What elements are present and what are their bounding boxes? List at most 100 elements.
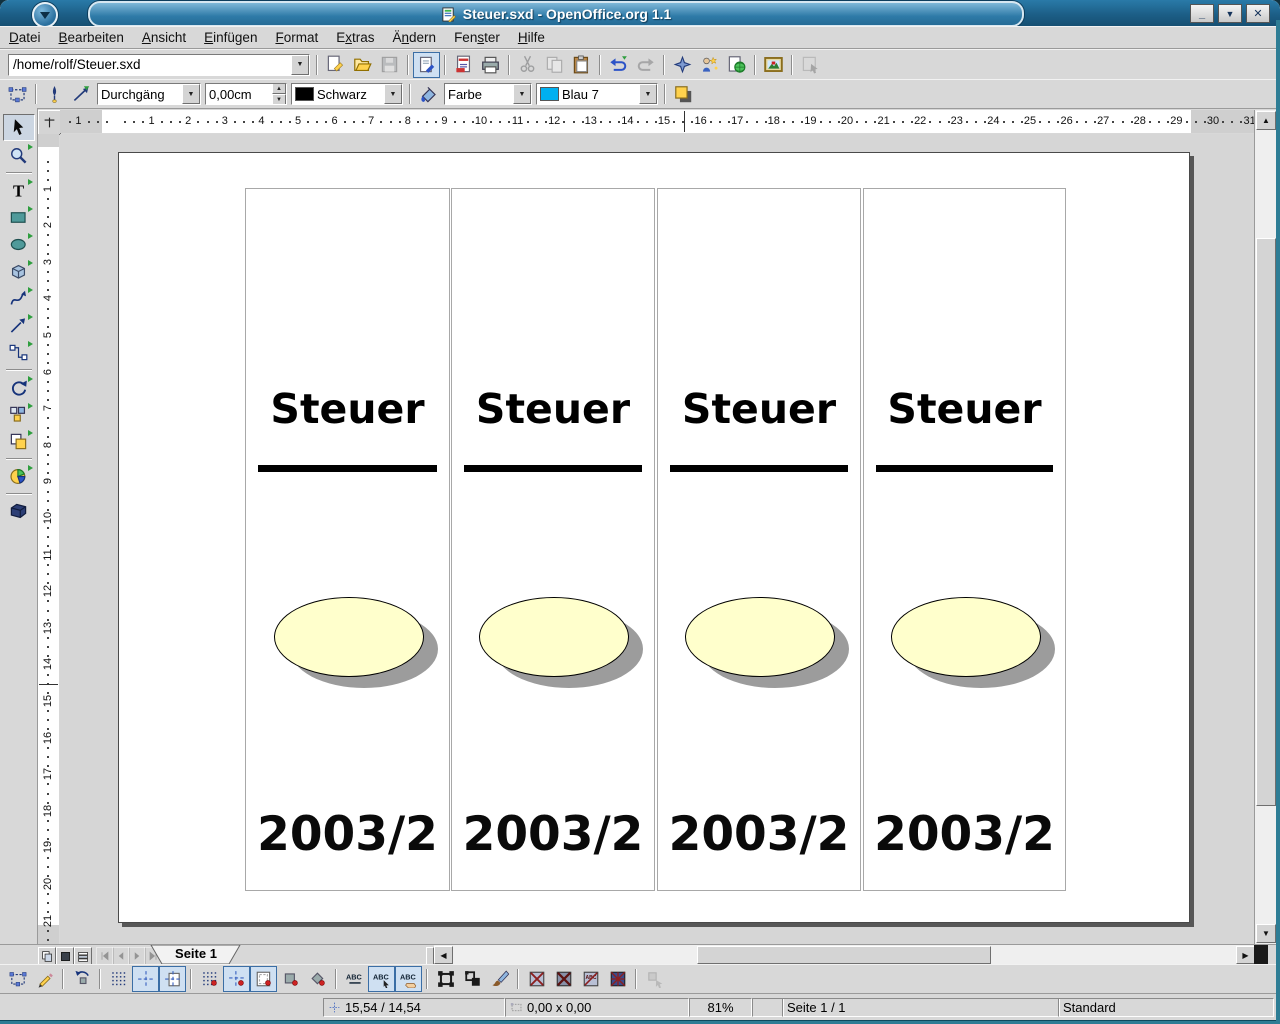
label-column-1[interactable]: Steuer 2003/2 (245, 188, 450, 891)
label-column-3[interactable]: Steuer 2003/2 (657, 188, 861, 891)
tool-objects-3d[interactable] (4, 259, 34, 284)
load-url-combo[interactable]: ▼ (8, 54, 310, 76)
label-title[interactable]: Steuer (864, 385, 1065, 433)
page-mode-button[interactable] (38, 947, 56, 965)
label-title[interactable]: Steuer (246, 385, 449, 433)
status-page-cell[interactable]: Seite 1 / 1 (782, 998, 1060, 1017)
status-style-cell[interactable]: Standard (1058, 998, 1274, 1017)
brush-button[interactable] (486, 966, 513, 992)
picture-placeholder-button[interactable] (523, 966, 550, 992)
menu-ndern[interactable]: Ändern (384, 28, 446, 48)
vertical-ruler[interactable]: 123456789101112131415161718192021 (38, 134, 59, 944)
tool-zoom[interactable] (4, 143, 34, 168)
maximize-button[interactable]: ▼ (1218, 4, 1242, 23)
helplines-visible-button[interactable] (132, 966, 159, 992)
line-style-dropdown-button[interactable]: ▼ (182, 84, 200, 104)
scroll-up-button[interactable]: ▲ (1256, 111, 1276, 130)
shadow-button[interactable] (670, 81, 697, 107)
fill-color-combo[interactable]: Blau 7▼ (536, 83, 658, 105)
label-ellipse[interactable] (274, 597, 424, 677)
vertical-scroll-thumb[interactable] (1256, 238, 1276, 806)
label-column-4[interactable]: Steuer 2003/2 (863, 188, 1066, 891)
pen-button[interactable] (41, 81, 68, 107)
label-title[interactable]: Steuer (658, 385, 860, 433)
line-color-dropdown-button[interactable]: ▼ (384, 84, 402, 104)
quick-edit-button[interactable] (31, 966, 58, 992)
label-underline[interactable] (670, 465, 848, 472)
document-page[interactable]: Steuer2003/2Steuer2003/2Steuer2003/2Steu… (118, 152, 1190, 923)
edit-file-button[interactable] (413, 52, 440, 78)
exit-all-groups-button[interactable] (459, 966, 486, 992)
hyperlink-doc-button[interactable] (723, 52, 750, 78)
rotation-mode-button[interactable] (68, 966, 95, 992)
line-style-combo[interactable]: Durchgäng▼ (97, 83, 201, 105)
status-zoom-cell[interactable]: 81% (689, 998, 752, 1017)
snap-grid-button[interactable] (196, 966, 223, 992)
snap-border-button[interactable] (277, 966, 304, 992)
fill-style-combo[interactable]: Farbe▼ (444, 83, 532, 105)
tool-ellipse[interactable] (4, 232, 34, 257)
scroll-down-button[interactable]: ▼ (1256, 924, 1276, 943)
insert-image-button[interactable] (760, 52, 787, 78)
contour-placeholder-button[interactable] (550, 966, 577, 992)
label-code[interactable]: 2003/2 (658, 807, 860, 862)
horizontal-scrollbar[interactable]: ◀ ▶ (434, 945, 1254, 965)
tool-curve[interactable] (4, 286, 34, 311)
label-code[interactable]: 2003/2 (246, 807, 449, 862)
window-resize-corner[interactable] (1254, 945, 1268, 965)
status-position-cell[interactable]: 15,54 / 14,54 (323, 998, 505, 1017)
tool-rectangle[interactable] (4, 205, 34, 230)
tool-alignment[interactable] (4, 402, 34, 427)
label-underline[interactable] (258, 465, 437, 472)
helplines-front-button[interactable] (159, 966, 186, 992)
window-menu-button[interactable] (32, 2, 58, 28)
master-mode-button[interactable] (56, 947, 74, 965)
label-ellipse[interactable] (685, 597, 835, 677)
minimize-button[interactable]: _ (1190, 4, 1214, 23)
status-modified-cell[interactable] (752, 998, 784, 1017)
edit-points-button[interactable] (4, 966, 31, 992)
line-color-combo[interactable]: Schwarz▼ (291, 83, 403, 105)
menu-hilfe[interactable]: Hilfe (509, 28, 554, 48)
tool-rotate[interactable] (4, 375, 34, 400)
horizontal-ruler[interactable]: 1123456789101112131415161718192021222324… (60, 110, 1254, 133)
modify-attributes-button[interactable] (432, 966, 459, 992)
edit-points-button[interactable] (4, 81, 31, 107)
fill-color-dropdown-button[interactable]: ▼ (639, 84, 657, 104)
scroll-right-button[interactable]: ▶ (1236, 946, 1255, 964)
snap-lines-button[interactable] (223, 966, 250, 992)
label-ellipse[interactable] (891, 597, 1041, 677)
menu-fenster[interactable]: Fenster (445, 28, 509, 48)
open-button[interactable] (349, 52, 376, 78)
url-input[interactable] (9, 57, 291, 72)
tool-text[interactable]: T (4, 178, 34, 203)
label-code[interactable]: 2003/2 (864, 807, 1065, 862)
text-placeholder-button[interactable]: ABC (577, 966, 604, 992)
tool-insert[interactable] (4, 464, 34, 489)
menu-datei[interactable]: Datei (0, 28, 50, 48)
ruler-origin-button[interactable] (38, 110, 61, 135)
spin-up-icon[interactable]: ▲ (272, 83, 286, 94)
menu-einfgen[interactable]: Einfügen (195, 28, 266, 48)
label-underline[interactable] (464, 465, 642, 472)
tool-arrange[interactable] (4, 429, 34, 454)
snap-margins-button[interactable] (250, 966, 277, 992)
menu-ansicht[interactable]: Ansicht (133, 28, 195, 48)
label-title[interactable]: Steuer (452, 385, 654, 433)
fill-style-dropdown-button[interactable]: ▼ (513, 84, 531, 104)
line-width-spin-buttons[interactable]: ▲▼ (272, 83, 286, 105)
menu-extras[interactable]: Extras (327, 28, 383, 48)
abc-cursor-button[interactable]: ABC (368, 966, 395, 992)
tool-interaction[interactable] (4, 499, 34, 524)
menu-bearbeiten[interactable]: Bearbeiten (50, 28, 133, 48)
label-code[interactable]: 2003/2 (452, 807, 654, 862)
arrow-ends-button[interactable] (68, 81, 95, 107)
gallery-button[interactable] (696, 52, 723, 78)
tool-select[interactable] (3, 114, 35, 141)
tool-connector[interactable] (4, 340, 34, 365)
new-doc-button[interactable] (322, 52, 349, 78)
print-button[interactable] (477, 52, 504, 78)
tab-splitter[interactable] (426, 947, 434, 965)
fill-can-button[interactable] (415, 81, 442, 107)
url-dropdown-button[interactable]: ▼ (291, 55, 309, 75)
